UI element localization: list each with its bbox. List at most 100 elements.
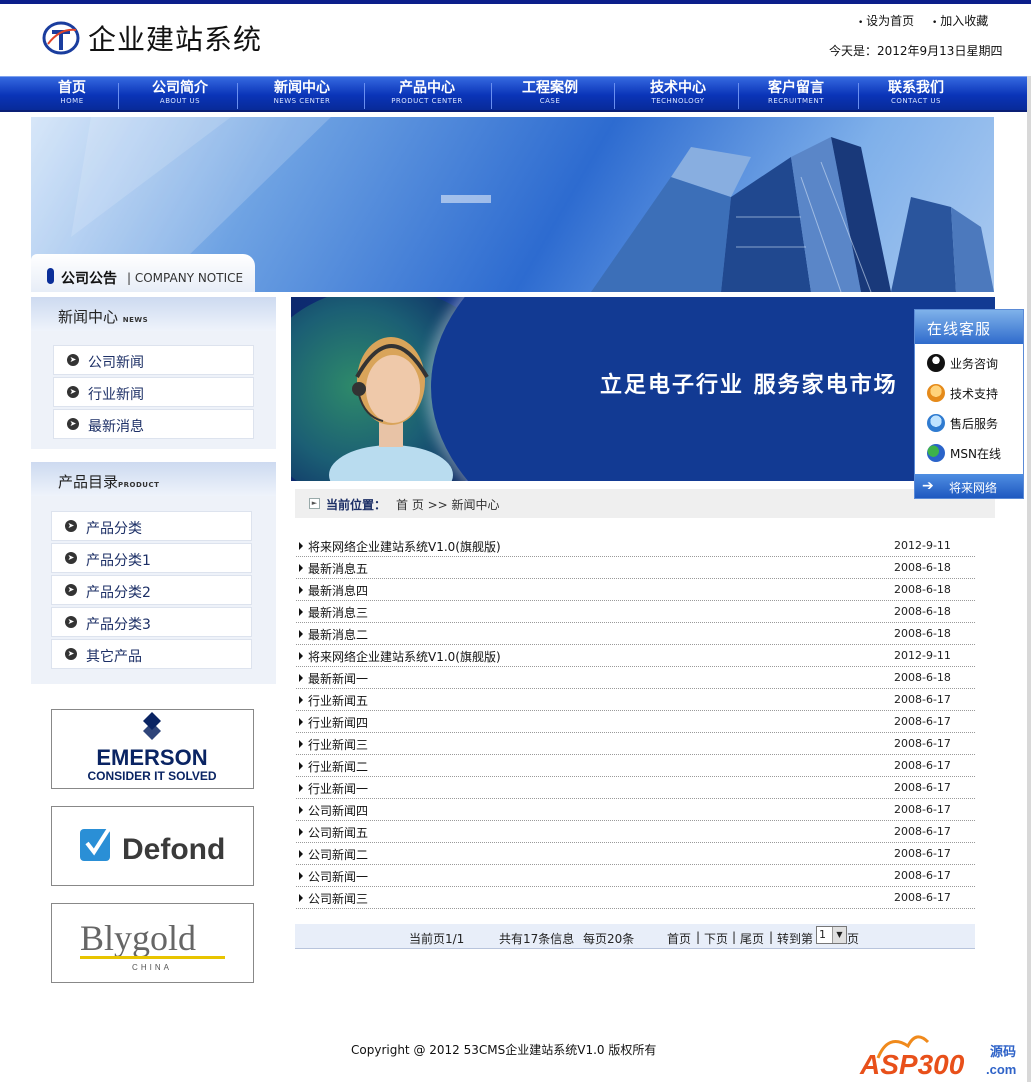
news-row[interactable]: 最新消息四 2008-6-18 bbox=[296, 579, 975, 601]
news-title-link[interactable]: 行业新闻五 bbox=[308, 692, 368, 709]
service-footer-label: 将来网络 bbox=[949, 481, 998, 495]
sidebar-item-company-news[interactable]: ➤ 公司新闻 bbox=[53, 345, 254, 375]
news-row[interactable]: 行业新闻一 2008-6-17 bbox=[296, 777, 975, 799]
news-title-link[interactable]: 公司新闻二 bbox=[308, 846, 368, 863]
news-row[interactable]: 公司新闻四 2008-6-17 bbox=[296, 799, 975, 821]
nav-home[interactable]: 首页 HOME bbox=[38, 79, 106, 111]
pager-first-link[interactable]: 首页 bbox=[667, 930, 691, 947]
news-date: 2008-6-18 bbox=[894, 561, 951, 574]
triangle-bullet-icon bbox=[299, 828, 303, 836]
news-row[interactable]: 行业新闻四 2008-6-17 bbox=[296, 711, 975, 733]
news-row[interactable]: 公司新闻二 2008-6-17 bbox=[296, 843, 975, 865]
news-title-link[interactable]: 最新消息三 bbox=[308, 604, 368, 621]
emerson-tagline: CONSIDER IT SOLVED bbox=[87, 769, 216, 783]
top-links: 设为首页 加入收藏 bbox=[858, 12, 1002, 29]
nav-divider bbox=[118, 83, 119, 109]
add-favorite-link[interactable]: 加入收藏 bbox=[932, 14, 988, 28]
service-item-tech-support[interactable]: 技术支持 bbox=[915, 378, 1023, 408]
company-logo-icon[interactable] bbox=[42, 20, 80, 56]
service-item-business[interactable]: 业务咨询 bbox=[915, 348, 1023, 378]
sidebar-item-other-products[interactable]: ➤ 其它产品 bbox=[51, 639, 252, 669]
triangle-bullet-icon bbox=[299, 564, 303, 572]
nav-sublabel: CONTACT US bbox=[891, 97, 941, 105]
news-row[interactable]: 行业新闻三 2008-6-17 bbox=[296, 733, 975, 755]
page-select[interactable]: 1 ▼ bbox=[816, 926, 847, 944]
news-row[interactable]: 最新消息二 2008-6-18 bbox=[296, 623, 975, 645]
set-homepage-link[interactable]: 设为首页 bbox=[858, 14, 914, 28]
pager-last-link[interactable]: 尾页 bbox=[740, 930, 764, 947]
nav-news[interactable]: 新闻中心 NEWS CENTER bbox=[252, 79, 352, 111]
news-box-title-text: 新闻中心 bbox=[58, 308, 119, 326]
news-title-link[interactable]: 最新消息二 bbox=[308, 626, 368, 643]
news-date: 2008-6-17 bbox=[894, 825, 951, 838]
news-title-link[interactable]: 公司新闻一 bbox=[308, 868, 368, 885]
sidebar-item-product-category-2[interactable]: ➤ 产品分类2 bbox=[51, 575, 252, 605]
news-title-link[interactable]: 行业新闻四 bbox=[308, 714, 368, 731]
nav-products[interactable]: 产品中心 PRODUCT CENTER bbox=[374, 79, 480, 111]
service-footer-link[interactable]: ➔ 将来网络 bbox=[915, 474, 1023, 498]
news-row[interactable]: 将来网络企业建站系统V1.0(旗舰版) 2012-9-11 bbox=[296, 535, 975, 557]
news-row[interactable]: 行业新闻五 2008-6-17 bbox=[296, 689, 975, 711]
news-box-header: 新闻中心 NEWS bbox=[31, 297, 276, 331]
sidebar-item-product-category[interactable]: ➤ 产品分类 bbox=[51, 511, 252, 541]
news-title-link[interactable]: 行业新闻一 bbox=[308, 780, 368, 797]
news-row[interactable]: 将来网络企业建站系统V1.0(旗舰版) 2012-9-11 bbox=[296, 645, 975, 667]
news-title-link[interactable]: 公司新闻四 bbox=[308, 802, 368, 819]
news-row[interactable]: 公司新闻三 2008-6-17 bbox=[296, 887, 975, 909]
news-row[interactable]: 最新消息三 2008-6-18 bbox=[296, 601, 975, 623]
news-date: 2008-6-17 bbox=[894, 869, 951, 882]
nav-technology[interactable]: 技术中心 TECHNOLOGY bbox=[628, 79, 728, 111]
arrow-circle-icon: ➤ bbox=[67, 354, 79, 366]
nav-label: 工程案例 bbox=[522, 80, 578, 96]
pager-goto-label: 转到第 bbox=[777, 932, 814, 946]
triangle-bullet-icon bbox=[299, 542, 303, 550]
arrow-circle-icon: ➤ bbox=[65, 520, 77, 532]
nav-case[interactable]: 工程案例 CASE bbox=[500, 79, 600, 111]
notice-subtitle: | COMPANY NOTICE bbox=[127, 271, 244, 285]
triangle-bullet-icon bbox=[299, 872, 303, 880]
nav-about[interactable]: 公司简介 ABOUT US bbox=[130, 79, 230, 111]
news-row[interactable]: 公司新闻五 2008-6-17 bbox=[296, 821, 975, 843]
news-title-link[interactable]: 公司新闻三 bbox=[308, 890, 368, 907]
brand-blygold-logo[interactable]: Blygold CHINA bbox=[51, 903, 254, 983]
news-title-link[interactable]: 最新消息五 bbox=[308, 560, 368, 577]
news-row[interactable]: 最新新闻一 2008-6-18 bbox=[296, 667, 975, 689]
product-box-title-en: PRODUCT bbox=[118, 481, 160, 489]
site-header: 企业建站系统 设为首页 加入收藏 今天是：2012年9月13日星期四 bbox=[0, 4, 1031, 76]
brand-emerson-logo[interactable]: EMERSON CONSIDER IT SOLVED bbox=[51, 709, 254, 789]
sidebar-item-label: 其它产品 bbox=[86, 649, 142, 665]
news-category-box: 新闻中心 NEWS ➤ 公司新闻 ➤ 行业新闻 ➤ 最新消息 bbox=[31, 297, 276, 449]
company-notice-tab[interactable]: 公司公告 | COMPANY NOTICE bbox=[31, 254, 255, 292]
nav-contact[interactable]: 联系我们 CONTACT US bbox=[866, 79, 966, 111]
sidebar-item-product-category-1[interactable]: ➤ 产品分类1 bbox=[51, 543, 252, 573]
brand-defond-logo[interactable]: Defond bbox=[51, 806, 254, 886]
news-row[interactable]: 行业新闻二 2008-6-17 bbox=[296, 755, 975, 777]
sidebar-item-industry-news[interactable]: ➤ 行业新闻 bbox=[53, 377, 254, 407]
sidebar-item-label: 行业新闻 bbox=[88, 387, 144, 403]
nav-guestbook[interactable]: 客户留言 RECRUITMENT bbox=[746, 79, 846, 111]
news-title-link[interactable]: 公司新闻五 bbox=[308, 824, 368, 841]
pager-per-page: 每页20条 bbox=[583, 932, 635, 946]
news-title-link[interactable]: 行业新闻二 bbox=[308, 758, 368, 775]
nav-sublabel: PRODUCT CENTER bbox=[391, 97, 463, 105]
sidebar-item-product-category-3[interactable]: ➤ 产品分类3 bbox=[51, 607, 252, 637]
news-title-link[interactable]: 最新消息四 bbox=[308, 582, 368, 599]
news-date: 2008-6-18 bbox=[894, 605, 951, 618]
news-row[interactable]: 公司新闻一 2008-6-17 bbox=[296, 865, 975, 887]
news-title-link[interactable]: 将来网络企业建站系统V1.0(旗舰版) bbox=[308, 538, 501, 555]
sidebar-item-label: 产品分类1 bbox=[86, 553, 151, 569]
pager-next-link[interactable]: 下页 bbox=[704, 930, 728, 947]
news-title-link[interactable]: 行业新闻三 bbox=[308, 736, 368, 753]
nav-divider bbox=[364, 83, 365, 109]
news-title-link[interactable]: 将来网络企业建站系统V1.0(旗舰版) bbox=[308, 648, 501, 665]
breadcrumb: ► 当前位置： 首 页 >> 新闻中心 bbox=[295, 489, 995, 518]
news-list: 将来网络企业建站系统V1.0(旗舰版) 2012-9-11 最新消息五 2008-6-… bbox=[296, 535, 975, 909]
sidebar-item-latest-news[interactable]: ➤ 最新消息 bbox=[53, 409, 254, 439]
breadcrumb-path[interactable]: 首 页 >> 新闻中心 bbox=[396, 496, 500, 513]
service-item-msn[interactable]: MSN在线 bbox=[915, 438, 1023, 468]
nav-sublabel: TECHNOLOGY bbox=[651, 97, 705, 105]
service-item-after-sales[interactable]: 售后服务 bbox=[915, 408, 1023, 438]
news-title-link[interactable]: 最新新闻一 bbox=[308, 670, 368, 687]
triangle-bullet-icon bbox=[299, 784, 303, 792]
news-row[interactable]: 最新消息五 2008-6-18 bbox=[296, 557, 975, 579]
